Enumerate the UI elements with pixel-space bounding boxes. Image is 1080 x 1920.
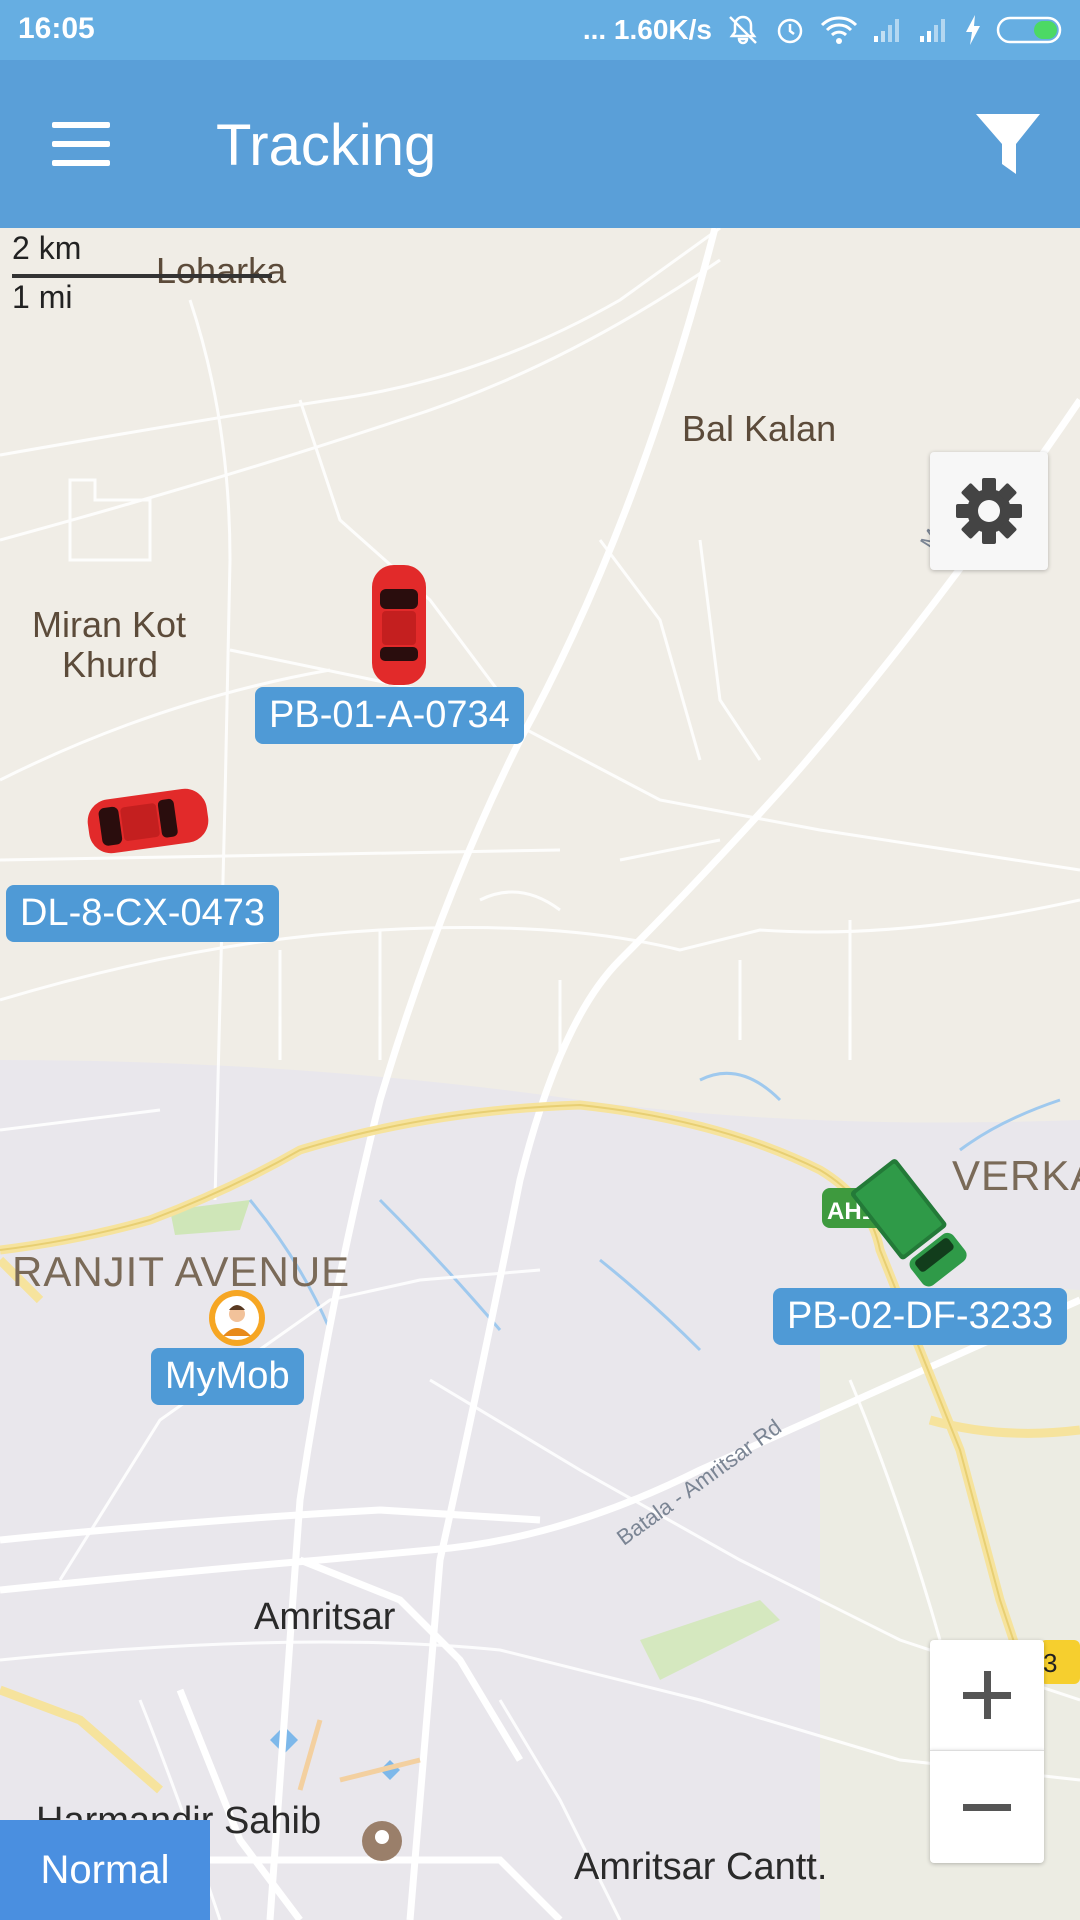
page-title: Tracking	[216, 113, 437, 178]
status-icons: ... 1.60K/s	[583, 10, 1066, 50]
gear-icon	[956, 478, 1022, 544]
highway-shield-3: 3	[1043, 1648, 1058, 1678]
status-bar: 16:05 ... 1.60K/s	[0, 0, 1080, 60]
scale-bar	[12, 274, 272, 278]
status-time: 16:05	[18, 12, 95, 45]
vehicle-label-pb01a0734[interactable]: PB-01-A-0734	[255, 687, 524, 744]
user-avatar-icon[interactable]	[207, 1288, 267, 1348]
place-ranjit-avenue: RANJIT AVENUE	[12, 1248, 351, 1295]
signal-icon	[874, 19, 899, 42]
map-scale: 2 km 1 mi	[12, 230, 272, 316]
zoom-in-button[interactable]	[930, 1640, 1044, 1750]
place-miran-kot-line2: Khurd	[62, 644, 159, 685]
place-miran-kot-line1: Miran Kot	[32, 604, 187, 645]
place-verka: VERKA	[952, 1152, 1080, 1199]
minus-icon	[963, 1804, 1011, 1811]
charging-icon	[966, 15, 980, 45]
zoom-out-button[interactable]	[930, 1750, 1044, 1863]
scale-km: 2 km	[12, 230, 82, 266]
vehicle-label-pb02df3233[interactable]: PB-02-DF-3233	[773, 1288, 1068, 1345]
map-mode-button[interactable]: Normal	[0, 1820, 210, 1920]
place-amritsar: Amritsar	[254, 1596, 396, 1638]
map-view[interactable]: AH1 3 Loharka Bal Kalan Miran Kot Khurd …	[0, 228, 1080, 1920]
battery-icon	[996, 16, 1062, 44]
mute-icon	[729, 15, 757, 45]
app-bar: Tracking	[0, 60, 1080, 228]
map-settings-button[interactable]	[930, 452, 1048, 570]
map-base	[0, 228, 1080, 1920]
car-marker-pb01a0734[interactable]	[368, 563, 430, 687]
wifi-icon	[820, 16, 858, 44]
place-loharka: Loharka	[156, 250, 287, 291]
filter-icon[interactable]	[972, 108, 1044, 182]
network-speed: ... 1.60K/s	[582, 14, 712, 45]
scale-mi: 1 mi	[12, 279, 73, 315]
alarm-icon	[777, 18, 803, 44]
place-bal-kalan: Bal Kalan	[682, 408, 837, 449]
signal-icon	[920, 19, 945, 42]
place-amritsar-cantt: Amritsar Cantt.	[574, 1846, 828, 1888]
vehicle-label-dl8cx0473[interactable]: DL-8-CX-0473	[6, 885, 279, 942]
my-location-label[interactable]: MyMob	[151, 1348, 304, 1405]
hamburger-menu-icon[interactable]	[52, 122, 112, 166]
